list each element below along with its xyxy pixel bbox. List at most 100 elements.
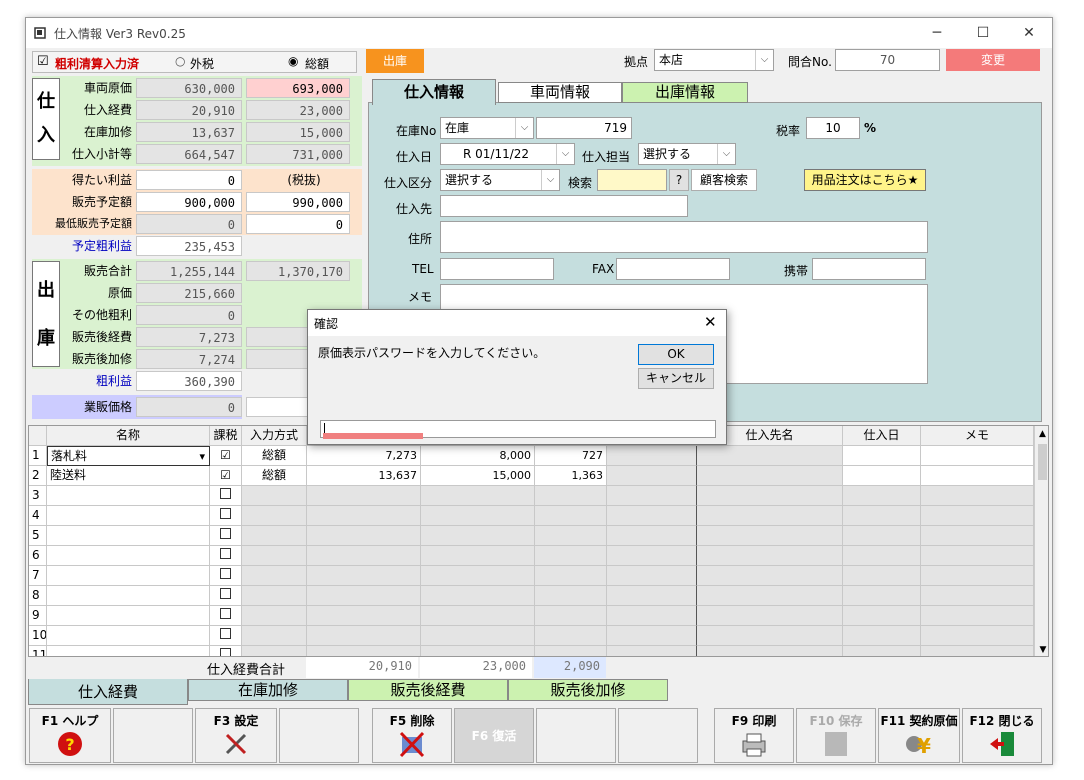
item-name[interactable]: [47, 566, 210, 586]
tax-checkbox-box[interactable]: [220, 568, 231, 579]
fax-input[interactable]: [616, 258, 730, 280]
shukko-button[interactable]: 出庫: [366, 49, 424, 73]
password-input[interactable]: [320, 420, 716, 439]
table-row[interactable]: 9: [29, 606, 1034, 626]
bottom-tab-zaiko-kashu[interactable]: 在庫加修: [188, 679, 348, 701]
memo[interactable]: [921, 626, 1034, 646]
scroll-down-icon[interactable]: ▼: [1035, 642, 1048, 656]
maximize-button[interactable]: ☐: [960, 18, 1006, 48]
shiire-date[interactable]: [843, 446, 921, 466]
tab-shiire[interactable]: 仕入情報: [372, 79, 496, 105]
shiiresaki-name[interactable]: [697, 546, 843, 566]
f11-contract-cost-button[interactable]: F11 契約原価 ¥: [878, 708, 960, 763]
memo[interactable]: [921, 606, 1034, 626]
shiire-bi-picker[interactable]: R 01/11/22 ⌵: [440, 143, 575, 165]
dialog-cancel-button[interactable]: キャンセル: [638, 368, 714, 389]
memo[interactable]: [921, 566, 1034, 586]
kubun-select[interactable]: 選択する ⌵: [440, 169, 560, 191]
memo[interactable]: [921, 466, 1034, 486]
arari-checkbox[interactable]: ☑: [37, 54, 49, 69]
dialog-close-icon[interactable]: ✕: [704, 313, 717, 331]
grid-scrollbar[interactable]: ▲ ▼: [1034, 426, 1048, 656]
shiire-date[interactable]: [843, 506, 921, 526]
toiawase-input[interactable]: 70: [835, 49, 940, 71]
memo[interactable]: [921, 506, 1034, 526]
shiiresaki-name[interactable]: [697, 626, 843, 646]
scroll-thumb[interactable]: [1038, 444, 1047, 480]
shiire-date[interactable]: [843, 546, 921, 566]
table-row[interactable]: 7: [29, 566, 1034, 586]
tax-checkbox[interactable]: [210, 606, 242, 626]
tax-checkbox-box[interactable]: [220, 528, 231, 539]
shiire-date[interactable]: [843, 606, 921, 626]
shiiresaki-name[interactable]: [697, 526, 843, 546]
shiiresaki-name[interactable]: [697, 486, 843, 506]
memo[interactable]: [921, 586, 1034, 606]
shiiresaki-name[interactable]: [697, 446, 843, 466]
table-row[interactable]: 2 陸送料 ☑ 総額 13,637 15,000 1,363: [29, 466, 1034, 486]
youhin-order-button[interactable]: 用品注文はこちら★: [804, 169, 926, 191]
table-row[interactable]: 4: [29, 506, 1034, 526]
tel-input[interactable]: [440, 258, 554, 280]
tax-checkbox[interactable]: [210, 486, 242, 506]
tax-checkbox-box[interactable]: [220, 588, 231, 599]
f9-print-button[interactable]: F9 印刷: [714, 708, 794, 763]
scroll-up-icon[interactable]: ▲: [1035, 426, 1048, 442]
hanbai-yotei-tax-input[interactable]: 990,000: [246, 192, 350, 212]
memo[interactable]: [921, 546, 1034, 566]
f1-help-button[interactable]: F1 ヘルプ ?: [29, 708, 111, 763]
f6-restore-button[interactable]: F6 復活: [454, 708, 534, 763]
table-row[interactable]: 3: [29, 486, 1034, 506]
bottom-tab-hanbaigo-kashu[interactable]: 販売後加修: [508, 679, 668, 701]
memo[interactable]: [921, 486, 1034, 506]
etai-input[interactable]: 0: [136, 170, 242, 190]
kokyaku-search-button[interactable]: 顧客検索: [691, 169, 757, 191]
minimize-button[interactable]: ─: [914, 18, 960, 48]
memo[interactable]: [921, 646, 1034, 656]
shiiresaki-name[interactable]: [697, 646, 843, 656]
table-row[interactable]: 1 落札料 ▾ ☑ 総額 7,273 8,000 727: [29, 446, 1034, 466]
item-name[interactable]: 陸送料: [47, 466, 210, 486]
kyoten-select[interactable]: 本店 ⌵: [654, 49, 774, 71]
item-name[interactable]: [47, 486, 210, 506]
shiiresaki-name[interactable]: [697, 566, 843, 586]
shiiresaki-name[interactable]: [697, 606, 843, 626]
shiire-date[interactable]: [843, 466, 921, 486]
hanbai-yotei-input[interactable]: 900,000: [136, 192, 242, 212]
f3-settings-button[interactable]: F3 設定: [195, 708, 277, 763]
kensaku-input[interactable]: [597, 169, 667, 191]
item-name[interactable]: 落札料 ▾: [47, 446, 210, 466]
shiiresaki-name[interactable]: [697, 466, 843, 486]
item-name[interactable]: [47, 586, 210, 606]
item-name[interactable]: [47, 506, 210, 526]
tax-out-radio[interactable]: ○: [175, 54, 185, 68]
table-row[interactable]: 8: [29, 586, 1034, 606]
shiiresaki-name[interactable]: [697, 586, 843, 606]
tax-total-radio[interactable]: ◉: [288, 54, 298, 68]
item-name[interactable]: [47, 526, 210, 546]
tantou-select[interactable]: 選択する ⌵: [638, 143, 736, 165]
chevron-down-icon[interactable]: ▾: [199, 447, 205, 465]
tax-checkbox[interactable]: ☑: [210, 466, 242, 486]
bottom-tab-shiire-keihi[interactable]: 仕入経費: [28, 679, 188, 705]
tax-checkbox[interactable]: [210, 586, 242, 606]
tab-shukko[interactable]: 出庫情報: [622, 82, 748, 103]
item-name[interactable]: [47, 606, 210, 626]
f12-close-button[interactable]: F12 閉じる: [962, 708, 1042, 763]
f5-delete-button[interactable]: F5 削除: [372, 708, 452, 763]
saitei-input[interactable]: 0: [246, 214, 350, 234]
zaiko-type-select[interactable]: 在庫 ⌵: [440, 117, 534, 139]
tax-checkbox-box[interactable]: [220, 648, 231, 656]
tab-sharyo[interactable]: 車両情報: [498, 82, 622, 103]
bottom-tab-hanbaigo-keihi[interactable]: 販売後経費: [348, 679, 508, 701]
item-name[interactable]: [47, 546, 210, 566]
shiire-date[interactable]: [843, 566, 921, 586]
jusho-input[interactable]: [440, 221, 928, 253]
f10-save-button[interactable]: F10 保存: [796, 708, 876, 763]
tax-checkbox-box[interactable]: [220, 508, 231, 519]
dialog-ok-button[interactable]: OK: [638, 344, 714, 365]
shiire-date[interactable]: [843, 626, 921, 646]
item-name[interactable]: [47, 646, 210, 656]
table-row[interactable]: 10: [29, 626, 1034, 646]
shiiresaki-input[interactable]: [440, 195, 688, 217]
